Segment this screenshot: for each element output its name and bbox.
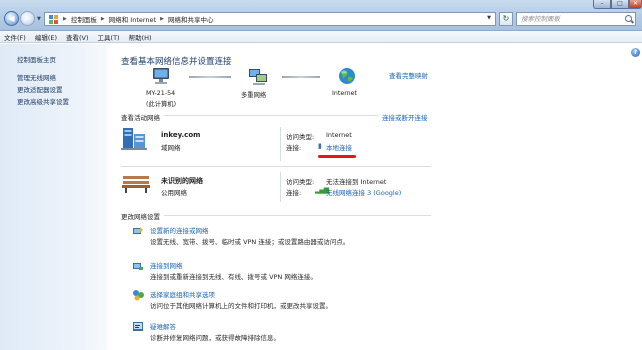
- setup-connection-icon: [133, 227, 143, 234]
- connect-to-network-icon: [133, 263, 143, 270]
- network-2-name[interactable]: 未识别的网络: [161, 176, 203, 186]
- task-connect-network-desc: 连接到或重新连接到无线、有线、拨号或 VPN 网络连接。: [150, 273, 317, 281]
- help-icon[interactable]: ?: [631, 48, 640, 57]
- active-networks-heading: 查看活动网络: [121, 114, 160, 122]
- network-2-connection-label: 连接:: [286, 189, 302, 197]
- internet-globe-icon: [339, 68, 355, 84]
- breadcrumb-separator-icon: ▶: [63, 16, 67, 22]
- connection-line: [189, 76, 231, 78]
- network-1-access-value: Internet: [326, 131, 352, 139]
- divider: [164, 215, 431, 216]
- change-settings-heading: 更改网络设置: [121, 213, 160, 221]
- address-bar[interactable]: ▶ 控制面板 ▶ 网络和 Internet ▶ 网络和共享中心: [44, 12, 496, 26]
- breadcrumb-separator-icon: ▶: [160, 16, 164, 22]
- computer-name-label: MY-21-54: [146, 90, 176, 97]
- minimize-button[interactable]: –: [593, 0, 611, 9]
- network-2-access-label: 访问类型:: [286, 178, 315, 186]
- control-panel-icon: [49, 14, 59, 24]
- task-homegroup-sharing-desc: 访问位于其他网络计算机上的文件和打印机，或更改共享设置。: [150, 302, 332, 310]
- network-2-access-value: 无法连接到 Internet: [326, 178, 387, 186]
- task-homegroup-sharing[interactable]: 选择家庭组和共享选项: [150, 289, 215, 299]
- recent-pages-dropdown-icon[interactable]: ▼: [37, 16, 41, 22]
- wireless-connection-link[interactable]: 无线网络连接 3 (Google): [326, 187, 401, 197]
- task-setup-connection-desc: 设置无线、宽带、拨号、临时或 VPN 连接；或设置路由器或访问点。: [150, 238, 350, 246]
- refresh-icon: ↻: [502, 14, 510, 23]
- back-arrow-icon: ◀: [8, 14, 15, 23]
- search-input[interactable]: 搜索控制面板: [516, 12, 636, 26]
- left-navigation-pane: 控制面板主页 管理无线网络 更改适配器设置 更改高级共享设置: [0, 44, 108, 350]
- sidebar-item-change-adapter[interactable]: 更改适配器设置: [17, 84, 63, 94]
- search-placeholder: 搜索控制面板: [521, 15, 560, 23]
- public-network-bench-icon: [122, 176, 150, 193]
- divider: [280, 127, 281, 161]
- ethernet-icon: ▮: [318, 142, 322, 150]
- domain-network-icon: [121, 128, 147, 150]
- network-2-type[interactable]: 公用网络: [161, 187, 187, 197]
- maximize-button[interactable]: □: [611, 0, 629, 9]
- title-bar: ◀ ▶ ▼ ▶ 控制面板 ▶ 网络和 Internet ▶ 网络和共享中心 ▼ …: [0, 0, 642, 31]
- network-1-connection-label: 连接:: [286, 144, 302, 152]
- menu-edit[interactable]: 编辑(E): [35, 32, 57, 42]
- search-icon[interactable]: [625, 15, 632, 22]
- back-button[interactable]: ◀: [4, 11, 19, 26]
- refresh-button[interactable]: ↻: [499, 12, 513, 26]
- divider: [164, 115, 378, 116]
- connection-line: [282, 76, 320, 78]
- menu-tools[interactable]: 工具(T): [98, 32, 120, 42]
- homegroup-icon: [133, 290, 144, 301]
- sidebar-item-manage-wireless[interactable]: 管理无线网络: [17, 72, 56, 82]
- red-highlight-underline: [318, 155, 356, 158]
- breadcrumb-network-internet[interactable]: 网络和 Internet: [109, 14, 156, 24]
- network-1-type[interactable]: 域网络: [161, 142, 181, 152]
- forward-button[interactable]: ▶: [20, 11, 35, 26]
- network-1-access-label: 访问类型:: [286, 133, 315, 141]
- task-connect-network[interactable]: 连接到网络: [150, 260, 183, 270]
- sidebar-item-control-panel-home[interactable]: 控制面板主页: [17, 54, 56, 64]
- local-connection-link[interactable]: 本地连接: [326, 142, 352, 152]
- computer-subtitle-label: (此计算机): [146, 101, 177, 108]
- internet-label: Internet: [332, 90, 358, 97]
- sidebar-item-advanced-sharing[interactable]: 更改高级共享设置: [17, 96, 69, 106]
- multi-network-label: 多重网络: [241, 92, 267, 99]
- connect-disconnect-link[interactable]: 连接或断开连接: [382, 112, 428, 122]
- close-button[interactable]: ✕: [629, 0, 642, 9]
- breadcrumb-control-panel[interactable]: 控制面板: [71, 14, 97, 24]
- breadcrumb-network-sharing-center[interactable]: 网络和共享中心: [168, 14, 214, 24]
- network-1-name[interactable]: inkey.com: [161, 131, 200, 139]
- forward-arrow-icon: ▶: [24, 14, 31, 23]
- computer-icon: [153, 68, 169, 84]
- menu-help[interactable]: 帮助(H): [129, 32, 152, 42]
- address-dropdown-icon[interactable]: ▼: [482, 12, 496, 26]
- task-troubleshoot[interactable]: 疑难解答: [150, 321, 176, 331]
- page-title: 查看基本网络信息并设置连接: [121, 57, 232, 67]
- task-troubleshoot-desc: 诊断并修复网络问题，或获得故障排除信息。: [150, 334, 280, 342]
- divider: [280, 172, 281, 202]
- menu-view[interactable]: 查看(V): [66, 32, 89, 42]
- menu-file[interactable]: 文件(F): [4, 32, 26, 42]
- view-full-map-link[interactable]: 查看完整映射: [389, 70, 428, 80]
- task-setup-connection[interactable]: 设置新的连接或网络: [150, 225, 209, 235]
- troubleshoot-icon: [133, 322, 143, 331]
- multiple-networks-icon: [249, 69, 267, 85]
- menu-bar: 文件(F) 编辑(E) 查看(V) 工具(T) 帮助(H): [0, 31, 642, 43]
- divider: [121, 166, 431, 167]
- breadcrumb-separator-icon: ▶: [100, 16, 105, 22]
- main-content: ? 查看基本网络信息并设置连接 查看完整映射 MY-21-54 (此计算机) 多…: [108, 44, 642, 350]
